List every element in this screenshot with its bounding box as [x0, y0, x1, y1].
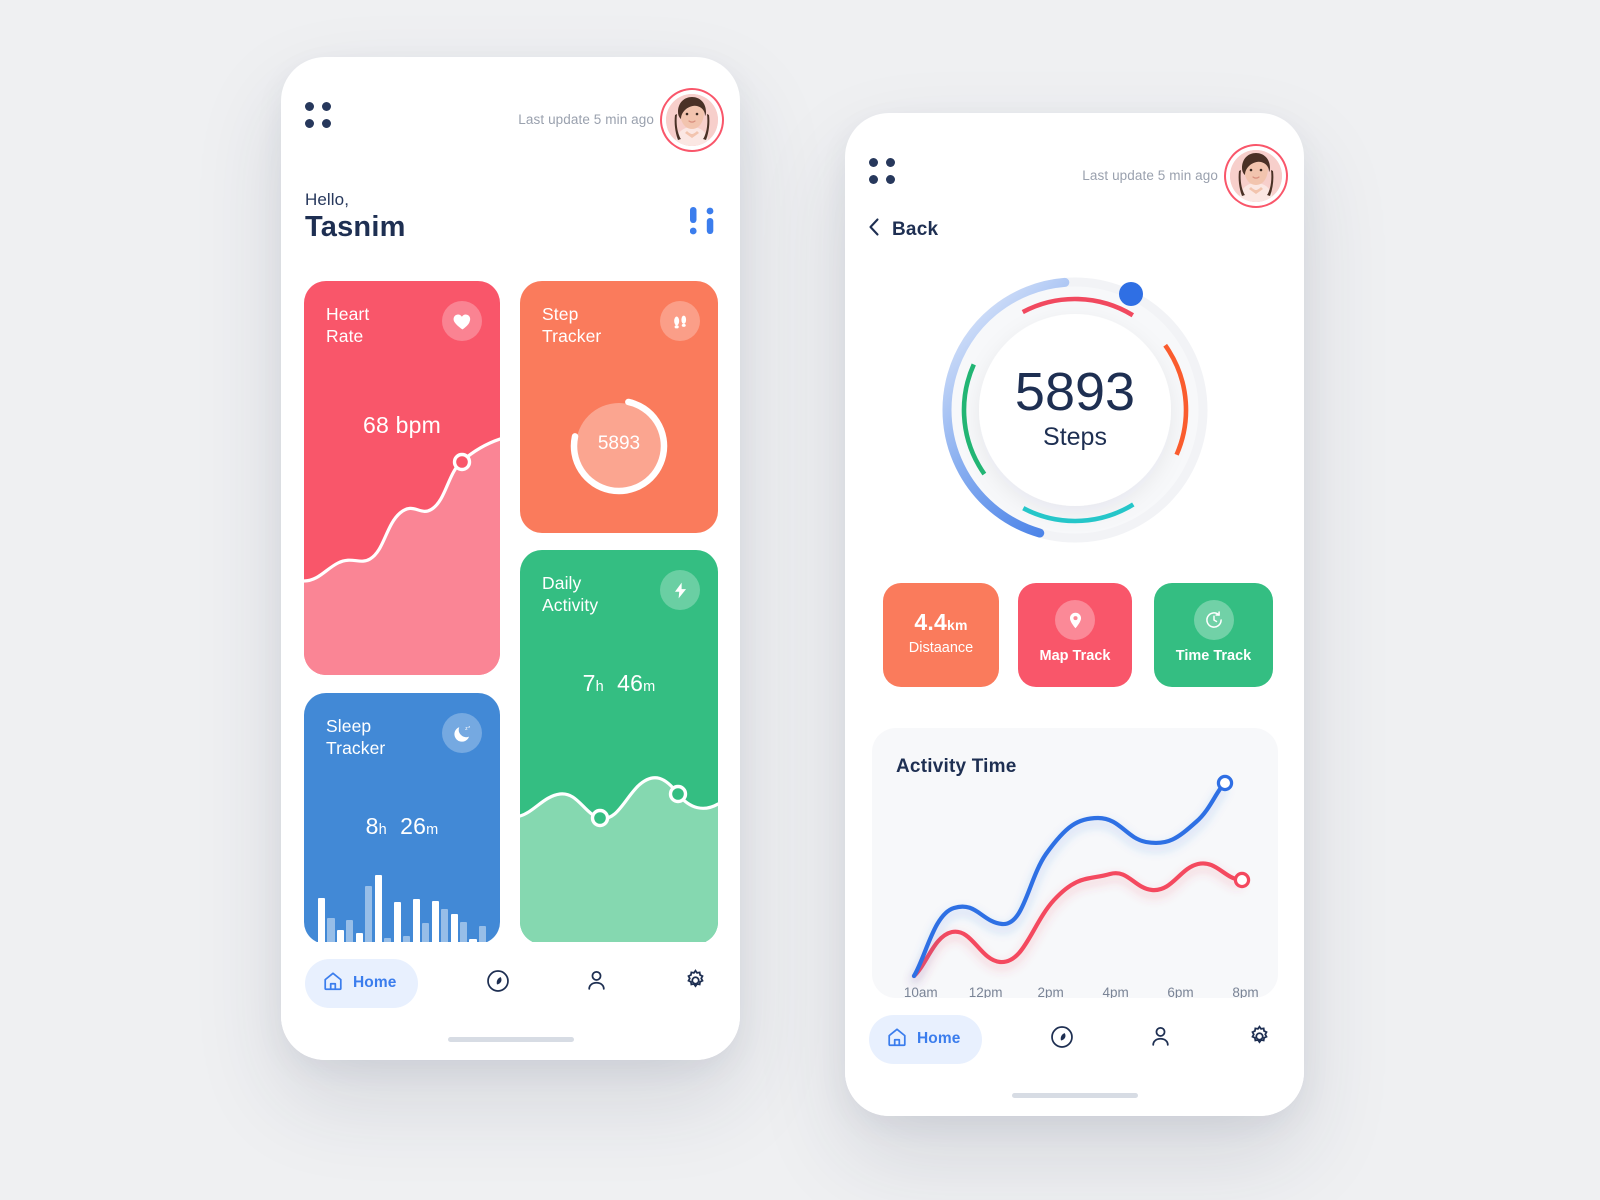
sleep-bar [441, 908, 449, 944]
right-topbar: Last update 5 min ago [845, 113, 1304, 228]
card-step-tracker[interactable]: Step Tracker 5893 [520, 281, 718, 533]
greeting: Hello, Tasnim [305, 190, 406, 244]
x-axis-tick-label: 6pm [1167, 985, 1194, 998]
sleep-bar [422, 923, 430, 944]
nav-item-explore[interactable] [478, 963, 518, 1003]
daily-activity-value: 7h 46m [582, 670, 656, 696]
nav-label-home: Home [353, 974, 397, 991]
x-axis-tick-label: 12pm [968, 985, 1003, 998]
screenshot-stage: Last update 5 min ago Hello, Tasnim Hear… [0, 0, 1600, 1200]
step-count-value: 5893 [597, 433, 641, 454]
compass-icon [485, 968, 511, 999]
sleep-bar [327, 918, 335, 944]
card-title: Daily Activity [542, 573, 599, 616]
distance-value: 4.4km [914, 609, 968, 635]
sleep-bar [412, 899, 420, 944]
gear-icon [1247, 1024, 1272, 1054]
moon-zzz-icon: z z [442, 713, 482, 753]
grid-dots-icon[interactable] [869, 158, 895, 184]
back-label: Back [892, 218, 939, 240]
phone-left: Last update 5 min ago Hello, Tasnim Hear… [281, 57, 740, 1060]
steps-dial-unit: Steps [1043, 423, 1107, 451]
card-title: Sleep Tracker [326, 716, 386, 759]
avatar-ring-secondary-icon [1211, 131, 1301, 221]
distance-label: Distaance [908, 640, 974, 656]
map-pin-icon [1055, 600, 1095, 640]
avatar-ring-secondary-icon [647, 75, 737, 165]
sleep-bar [431, 900, 439, 944]
sleep-bar [460, 921, 468, 944]
heart-rate-value: 68 bpm [363, 412, 441, 438]
tile-time-track[interactable]: Time Track [1154, 583, 1273, 687]
x-axis-tick-label: 8pm [1232, 985, 1259, 998]
home-indicator [1011, 1093, 1138, 1098]
home-icon [322, 970, 344, 997]
phone-right: Last update 5 min ago Back 5893 Steps 4.… [845, 113, 1304, 1116]
chevron-left-icon [867, 217, 881, 242]
step-progress-ring: 5893 [565, 392, 673, 500]
stats-logo-icon[interactable] [689, 207, 714, 235]
nav-item-home[interactable]: Home [305, 958, 419, 1008]
nav-item-home[interactable]: Home [869, 1014, 983, 1064]
card-title: Heart Rate [326, 304, 370, 347]
left-topbar: Last update 5 min ago [281, 57, 740, 172]
last-update-text: Last update 5 min ago [518, 112, 654, 127]
nav-item-settings[interactable] [1240, 1019, 1280, 1059]
tile-distance[interactable]: 4.4km Distaance [883, 583, 999, 687]
nav-item-profile[interactable] [1141, 1019, 1181, 1059]
bolt-icon [660, 570, 700, 610]
card-title: Step Tracker [542, 304, 602, 347]
footsteps-icon [660, 301, 700, 341]
left-bottom-nav: Home [281, 942, 740, 1060]
clock-icon [1193, 600, 1234, 640]
nav-item-explore[interactable] [1042, 1019, 1082, 1059]
sleep-bar [393, 902, 401, 944]
card-daily-activity[interactable]: Daily Activity 7h 46m [520, 550, 718, 944]
grid-dots-icon[interactable] [305, 102, 331, 128]
greeting-name: Tasnim [305, 211, 406, 243]
home-indicator [447, 1037, 574, 1042]
avatar[interactable] [1211, 131, 1301, 221]
card-heart-rate[interactable]: Heart Rate 68 bpm [304, 281, 500, 675]
steps-dial-value: 5893 [1014, 362, 1134, 422]
activity-time-x-axis: 10am 12pm 2pm 4pm 6pm 8pm [872, 978, 1278, 998]
sleep-tracker-value: 8h 26m [365, 813, 439, 839]
last-update-text: Last update 5 min ago [1082, 168, 1218, 183]
right-bottom-nav: Home [845, 998, 1304, 1116]
back-button[interactable]: Back [867, 217, 938, 242]
map-track-label: Map Track [1039, 648, 1111, 664]
greeting-hello: Hello, [305, 190, 350, 209]
activity-time-line-chart [911, 774, 1251, 979]
card-sleep-tracker[interactable]: Sleep Tracker z z 8h 26m [304, 693, 500, 944]
sleep-bar [318, 897, 326, 944]
x-axis-tick-label: 4pm [1102, 985, 1129, 998]
person-icon [584, 968, 609, 998]
activity-time-card: Activity Time 10am 12pm 2pm 4pm 6pm 8pm [872, 728, 1278, 998]
stat-tiles: 4.4km Distaance Map Track Time Track [883, 583, 1273, 687]
sleep-bar [450, 913, 458, 944]
time-track-label: Time Track [1175, 648, 1252, 664]
compass-icon [1049, 1024, 1075, 1055]
steps-progress-dial: 5893 Steps [900, 265, 1250, 555]
x-axis-tick-label: 10am [903, 985, 938, 998]
nav-item-profile[interactable] [577, 963, 617, 1003]
nav-label-home: Home [917, 1030, 961, 1047]
sleep-bar-chart [318, 864, 486, 944]
avatar[interactable] [647, 75, 737, 165]
x-axis-tick-label: 2pm [1037, 985, 1064, 998]
tile-map-track[interactable]: Map Track [1018, 583, 1132, 687]
sleep-bar [346, 920, 354, 944]
home-icon [886, 1026, 908, 1053]
svg-text:z: z [468, 723, 470, 728]
gear-icon [683, 968, 708, 998]
sleep-bar [365, 886, 373, 944]
heart-icon [442, 301, 482, 341]
person-icon [1148, 1024, 1173, 1054]
nav-item-settings[interactable] [676, 963, 716, 1003]
sleep-bar [374, 875, 382, 944]
